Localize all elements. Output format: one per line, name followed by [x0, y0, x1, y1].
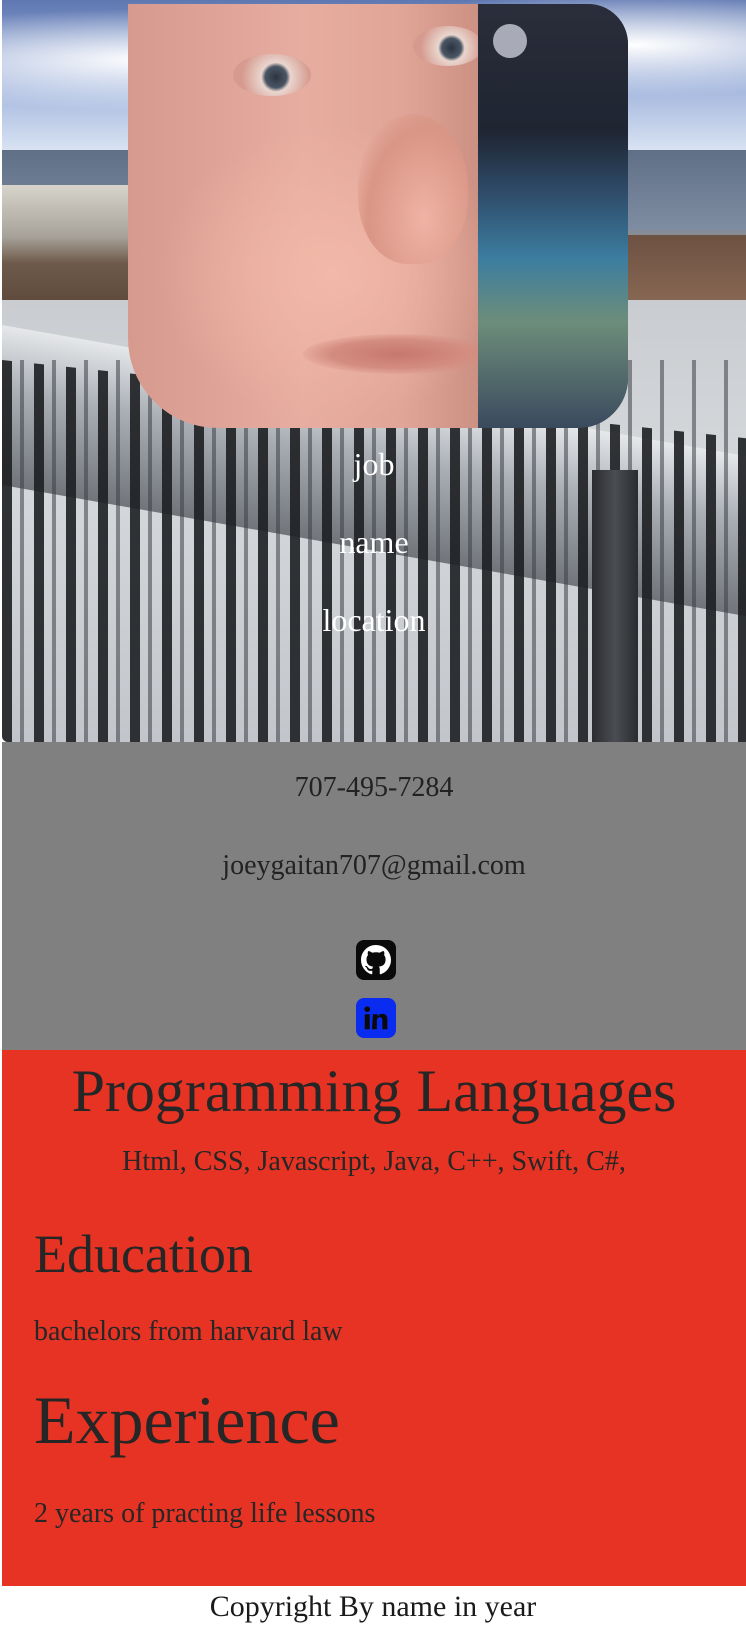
photo-phone-light [493, 24, 527, 58]
photo-eye-left [233, 54, 311, 96]
contact-email[interactable]: joeygaitan707@gmail.com [2, 850, 746, 882]
photo-mouth [303, 334, 493, 374]
hero-location: location [322, 602, 426, 638]
profile-photo [128, 4, 628, 428]
photo-phone [478, 4, 628, 428]
experience-text: 2 years of practing life lessons [34, 1498, 376, 1529]
hero-building-left [2, 185, 132, 315]
resume-details-section: Programming Languages Html, CSS, Javascr… [2, 1050, 746, 1586]
hero-banner: job name location [2, 0, 746, 742]
linkedin-link[interactable] [356, 998, 396, 1038]
footer-copyright: Copyright By name in year [0, 1586, 746, 1628]
github-link[interactable] [356, 940, 396, 980]
resume-page: job name location 707-495-7284 joeygaita… [0, 0, 746, 1628]
languages-heading: Programming Languages [71, 1058, 677, 1124]
github-icon [361, 945, 391, 975]
education-heading: Education [34, 1224, 253, 1284]
languages-list: Html, CSS, Javascript, Java, C++, Swift,… [122, 1146, 626, 1177]
photo-nose [358, 114, 468, 264]
education-text: bachelors from harvard law [34, 1316, 343, 1347]
contact-section: 707-495-7284 joeygaitan707@gmail.com [2, 742, 746, 1050]
contact-phone[interactable]: 707-495-7284 [2, 772, 746, 804]
hero-name: name [339, 524, 409, 560]
experience-heading: Experience [34, 1382, 340, 1458]
hero-job: job [353, 446, 395, 482]
photo-eye-right [413, 26, 483, 66]
linkedin-icon [364, 1006, 388, 1030]
